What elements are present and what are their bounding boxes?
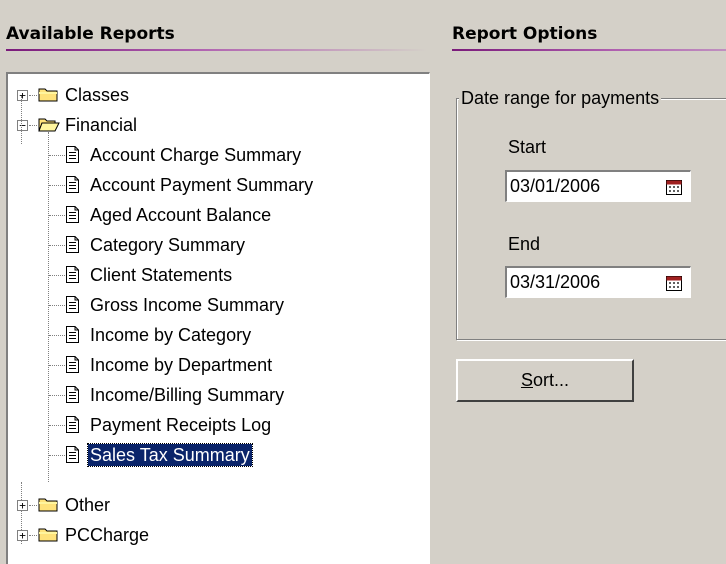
tree-node-classes[interactable]: + Classes bbox=[8, 80, 408, 110]
expand-icon[interactable]: + bbox=[17, 500, 28, 511]
calendar-icon[interactable] bbox=[666, 275, 682, 291]
calendar-icon[interactable] bbox=[666, 179, 682, 195]
tree-report-item[interactable]: Category Summary bbox=[8, 230, 408, 260]
tree-report-item[interactable]: Client Statements bbox=[8, 260, 408, 290]
expand-icon[interactable]: + bbox=[17, 530, 28, 541]
tree-connector bbox=[49, 215, 65, 216]
sort-mnemonic: S bbox=[520, 370, 533, 390]
tree-node-label: Financial bbox=[65, 115, 138, 135]
start-date-field[interactable]: 03/01/2006 bbox=[505, 170, 691, 202]
tree-report-label: Aged Account Balance bbox=[90, 205, 272, 225]
right-heading-divider bbox=[452, 49, 726, 51]
report-document-icon bbox=[66, 146, 79, 163]
sort-button[interactable]: Sort... bbox=[456, 359, 634, 402]
tree-connector bbox=[49, 245, 65, 246]
report-options-heading: Report Options bbox=[452, 24, 598, 44]
tree-connector bbox=[49, 185, 65, 186]
tree-connector bbox=[29, 505, 37, 506]
tree-report-item[interactable]: Income by Department bbox=[8, 350, 408, 380]
tree-report-label: Payment Receipts Log bbox=[90, 415, 272, 435]
tree-report-label: Income by Department bbox=[90, 355, 273, 375]
folder-closed-icon bbox=[38, 528, 58, 542]
tree-connector bbox=[49, 425, 65, 426]
tree-report-label: Sales Tax Summary bbox=[87, 443, 253, 467]
report-document-icon bbox=[66, 416, 79, 433]
tree-report-label: Category Summary bbox=[90, 235, 246, 255]
tree-report-item[interactable]: Account Charge Summary bbox=[8, 140, 408, 170]
tree-report-label: Account Payment Summary bbox=[90, 175, 314, 195]
report-document-icon bbox=[66, 176, 79, 193]
report-document-icon bbox=[66, 236, 79, 253]
report-document-icon bbox=[66, 446, 79, 463]
tree-report-item[interactable]: Account Payment Summary bbox=[8, 170, 408, 200]
date-range-group bbox=[456, 98, 726, 340]
tree-connector bbox=[49, 155, 65, 156]
report-document-icon bbox=[66, 356, 79, 373]
end-date-label: End bbox=[508, 234, 541, 254]
folder-closed-icon bbox=[38, 88, 58, 102]
start-date-label: Start bbox=[508, 137, 547, 157]
tree-connector bbox=[29, 535, 37, 536]
report-document-icon bbox=[66, 326, 79, 343]
tree-report-item[interactable]: Gross Income Summary bbox=[8, 290, 408, 320]
tree-connector bbox=[21, 96, 22, 144]
tree-connector bbox=[29, 95, 37, 96]
tree-node-other[interactable]: + Other bbox=[8, 490, 408, 520]
report-document-icon bbox=[66, 296, 79, 313]
folder-closed-icon bbox=[38, 498, 58, 512]
tree-report-item-selected[interactable]: Sales Tax Summary bbox=[8, 440, 408, 470]
end-date-field[interactable]: 03/31/2006 bbox=[505, 266, 691, 298]
tree-node-label: PCCharge bbox=[65, 525, 150, 545]
tree-connector bbox=[49, 305, 65, 306]
tree-node-pccharge[interactable]: + PCCharge bbox=[8, 520, 408, 550]
start-date-value: 03/01/2006 bbox=[510, 176, 601, 196]
tree-report-label: Account Charge Summary bbox=[90, 145, 302, 165]
tree-report-label: Gross Income Summary bbox=[90, 295, 285, 315]
report-document-icon bbox=[66, 206, 79, 223]
tree-connector bbox=[49, 455, 65, 456]
tree-report-item[interactable]: Income by Category bbox=[8, 320, 408, 350]
tree-connector bbox=[29, 125, 37, 126]
tree-connector bbox=[49, 335, 65, 336]
tree-report-item[interactable]: Payment Receipts Log bbox=[8, 410, 408, 440]
tree-node-label: Classes bbox=[65, 85, 130, 105]
report-document-icon bbox=[66, 386, 79, 403]
end-date-value: 03/31/2006 bbox=[510, 272, 601, 292]
tree-node-financial[interactable]: − Financial bbox=[8, 110, 408, 140]
tree-connector bbox=[49, 275, 65, 276]
date-range-legend: Date range for payments bbox=[459, 88, 662, 109]
tree-connector bbox=[49, 395, 65, 396]
tree-node-label: Other bbox=[65, 495, 111, 515]
collapse-icon[interactable]: − bbox=[17, 120, 28, 131]
report-document-icon bbox=[66, 266, 79, 283]
tree-report-item[interactable]: Income/Billing Summary bbox=[8, 380, 408, 410]
expand-icon[interactable]: + bbox=[17, 90, 28, 101]
left-heading-divider bbox=[6, 49, 427, 51]
tree-connector bbox=[49, 365, 65, 366]
tree-report-item[interactable]: Aged Account Balance bbox=[8, 200, 408, 230]
folder-open-icon bbox=[38, 118, 60, 132]
reports-tree[interactable]: + Classes − Financial Account Charge Sum… bbox=[6, 72, 430, 564]
tree-report-label: Income/Billing Summary bbox=[90, 385, 285, 405]
available-reports-heading: Available Reports bbox=[6, 24, 175, 44]
sort-label: ort... bbox=[533, 370, 570, 390]
tree-report-label: Income by Category bbox=[90, 325, 252, 345]
tree-report-label: Client Statements bbox=[90, 265, 233, 285]
